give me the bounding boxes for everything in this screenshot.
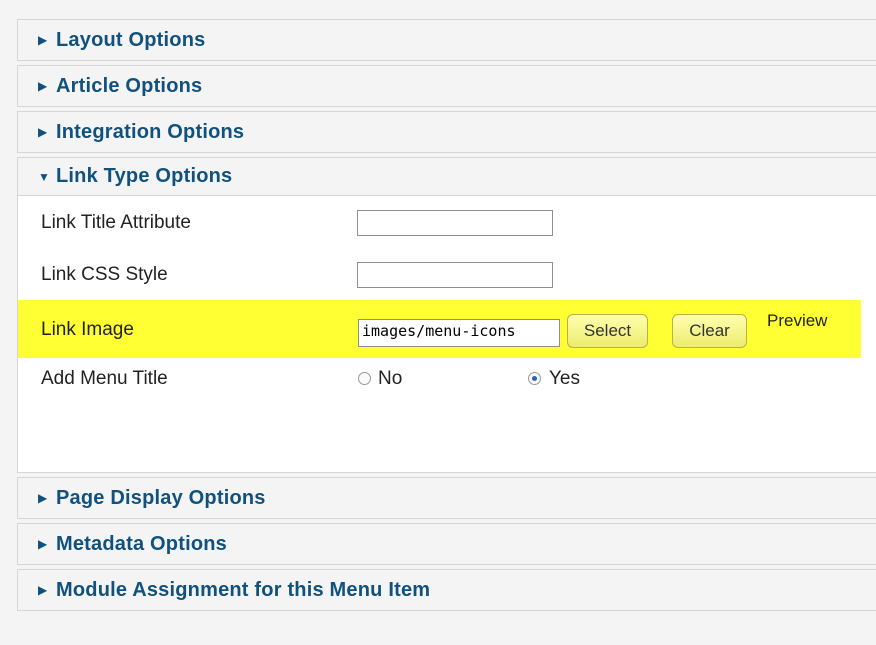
section-title: Integration Options <box>56 120 245 143</box>
section-header-link-type-options[interactable]: ▼ Link Type Options <box>18 158 876 196</box>
section-title: Article Options <box>56 74 203 97</box>
section-title: Module Assignment for this Menu Item <box>56 578 431 601</box>
clear-button[interactable]: Clear <box>672 314 747 348</box>
link-type-options-body: Link Title Attribute Link CSS Style Link… <box>18 196 876 472</box>
expand-arrow-icon: ▶ <box>38 33 48 47</box>
options-accordion: ▶ Layout Options ▶ Article Options ▶ Int… <box>17 19 876 615</box>
section-header-page-display-options[interactable]: ▶ Page Display Options <box>18 478 876 518</box>
radio-yes-label[interactable]: Yes <box>549 368 580 390</box>
expand-arrow-icon: ▶ <box>38 491 48 505</box>
radio-yes[interactable] <box>528 372 541 385</box>
expand-arrow-icon: ▶ <box>38 79 48 93</box>
link-title-row: Link Title Attribute <box>18 202 876 242</box>
section-header-article-options[interactable]: ▶ Article Options <box>18 66 876 106</box>
link-css-label: Link CSS Style <box>41 264 168 285</box>
expand-arrow-icon: ▶ <box>38 537 48 551</box>
section-module-assignment: ▶ Module Assignment for this Menu Item <box>17 569 876 611</box>
section-title: Page Display Options <box>56 486 266 509</box>
link-image-label: Link Image <box>41 319 134 340</box>
section-integration-options: ▶ Integration Options <box>17 111 876 153</box>
add-menu-title-row: Add Menu Title No Yes <box>18 358 876 398</box>
preview-label: Preview <box>767 311 828 330</box>
link-title-label: Link Title Attribute <box>41 212 191 233</box>
section-page-display-options: ▶ Page Display Options <box>17 477 876 519</box>
section-header-layout-options[interactable]: ▶ Layout Options <box>18 20 876 60</box>
section-title: Link Type Options <box>56 165 233 187</box>
section-header-metadata-options[interactable]: ▶ Metadata Options <box>18 524 876 564</box>
section-link-type-options: ▼ Link Type Options Link Title Attribute… <box>17 157 876 473</box>
options-panel: ▶ Layout Options ▶ Article Options ▶ Int… <box>0 0 876 645</box>
link-image-row: Link Image images/menu-icons Select Clea… <box>18 300 861 358</box>
collapse-arrow-icon: ▼ <box>38 169 50 184</box>
radio-no[interactable] <box>358 372 371 385</box>
section-title: Metadata Options <box>56 532 227 555</box>
section-title: Layout Options <box>56 28 206 51</box>
expand-arrow-icon: ▶ <box>38 125 48 139</box>
section-article-options: ▶ Article Options <box>17 65 876 107</box>
section-header-module-assignment[interactable]: ▶ Module Assignment for this Menu Item <box>18 570 876 610</box>
section-header-integration-options[interactable]: ▶ Integration Options <box>18 112 876 152</box>
section-layout-options: ▶ Layout Options <box>17 19 876 61</box>
expand-arrow-icon: ▶ <box>38 583 48 597</box>
section-metadata-options: ▶ Metadata Options <box>17 523 876 565</box>
link-title-input[interactable] <box>357 210 553 236</box>
select-button[interactable]: Select <box>567 314 648 348</box>
link-css-row: Link CSS Style <box>18 254 876 294</box>
link-css-input[interactable] <box>357 262 553 288</box>
add-menu-title-label: Add Menu Title <box>41 368 168 389</box>
radio-no-label[interactable]: No <box>378 368 402 390</box>
link-image-input[interactable]: images/menu-icons <box>358 319 560 347</box>
